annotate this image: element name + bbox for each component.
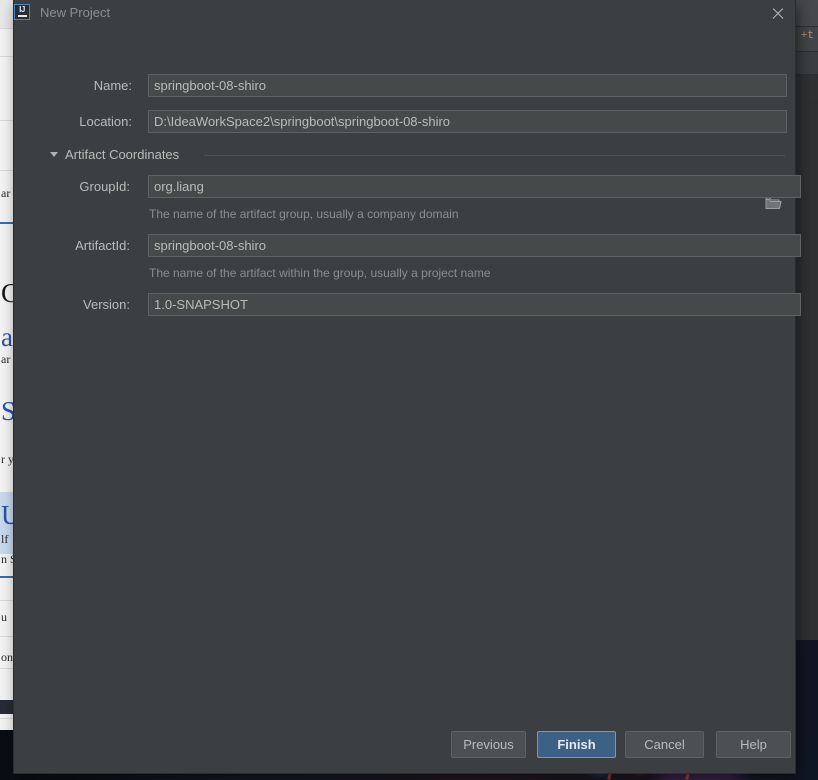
- close-icon[interactable]: [769, 5, 787, 23]
- new-project-dialog: IJ New Project Name: springboot-08-shiro…: [14, 0, 801, 773]
- artifact-coordinates-section-header[interactable]: Artifact Coordinates: [50, 146, 785, 164]
- field-row-location: Location: D:\IdeaWorkSpace2\springboot\s…: [14, 110, 795, 209]
- dialog-title-bar: IJ New Project: [14, 0, 795, 28]
- background-text-fragment: on: [1, 650, 13, 664]
- background-text-fragment: lf: [1, 532, 9, 546]
- background-ide-panel: +t: [794, 0, 818, 640]
- location-input[interactable]: D:\IdeaWorkSpace2\springboot\springboot-…: [148, 110, 787, 133]
- field-row-version: Version: 1.0-SNAPSHOT: [14, 293, 801, 317]
- artifactid-hint: The name of the artifact within the grou…: [149, 266, 491, 280]
- artifact-coordinates-label: Artifact Coordinates: [65, 147, 180, 162]
- name-label: Name:: [93, 78, 132, 93]
- artifactid-label: ArtifactId:: [75, 238, 130, 253]
- section-divider: [204, 155, 785, 156]
- field-row-groupid: GroupId: org.liang: [14, 175, 801, 199]
- name-input[interactable]: springboot-08-shiro: [148, 74, 787, 97]
- artifactid-input[interactable]: springboot-08-shiro: [148, 234, 801, 257]
- version-input[interactable]: 1.0-SNAPSHOT: [148, 293, 801, 316]
- finish-button[interactable]: Finish: [537, 731, 616, 758]
- version-label: Version:: [83, 297, 130, 312]
- background-ide-glyph: +t: [800, 30, 814, 42]
- intellij-idea-icon: IJ: [14, 4, 30, 20]
- dialog-body: Name: springboot-08-shiro Location: D:\I…: [14, 28, 801, 717]
- previous-button[interactable]: Previous: [451, 731, 526, 758]
- dialog-title: New Project: [40, 5, 111, 20]
- groupid-input[interactable]: org.liang: [148, 175, 801, 198]
- location-label: Location:: [79, 114, 132, 129]
- background-text-fragment: ar: [1, 352, 11, 366]
- background-text-fragment: r y: [1, 452, 14, 466]
- field-row-name: Name: springboot-08-shiro: [14, 74, 795, 98]
- groupid-hint: The name of the artifact group, usually …: [149, 207, 459, 221]
- background-text-fragment: u: [1, 610, 7, 624]
- cancel-button[interactable]: Cancel: [625, 731, 704, 758]
- help-button[interactable]: Help: [716, 731, 791, 758]
- chevron-down-icon[interactable]: [50, 152, 58, 157]
- dialog-footer: Previous Finish Cancel Help: [14, 717, 795, 773]
- groupid-label: GroupId:: [79, 179, 130, 194]
- field-row-artifactid: ArtifactId: springboot-08-shiro: [14, 234, 801, 258]
